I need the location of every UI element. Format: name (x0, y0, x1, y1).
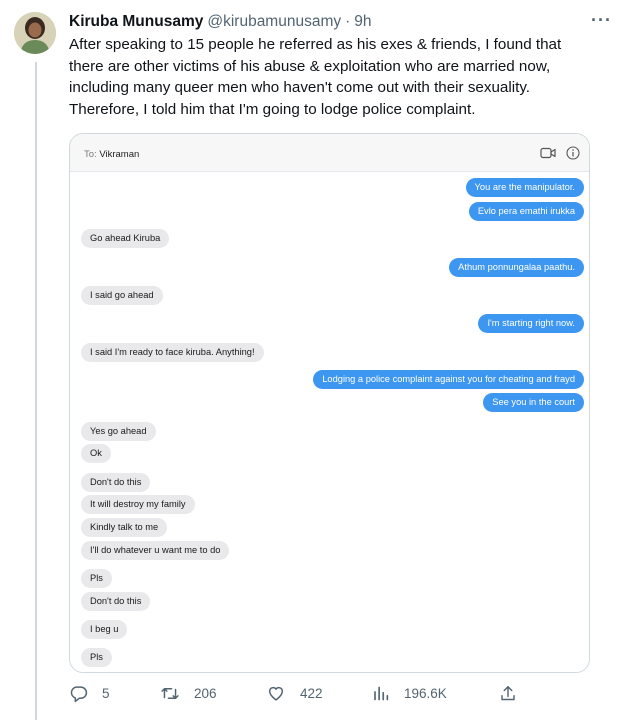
thread-line (35, 62, 37, 720)
sent-message: I'm starting right now. (478, 314, 584, 333)
contact-name: Vikraman (99, 149, 140, 160)
share-icon (501, 686, 515, 701)
author-handle[interactable]: @kirubamunusamy (207, 13, 341, 31)
info-icon (566, 146, 580, 163)
views-icon (374, 686, 389, 701)
tweet-time[interactable]: 9h (354, 13, 371, 31)
like-count: 422 (300, 686, 323, 701)
retweet-count: 206 (194, 686, 217, 701)
received-message: I said I'm ready to face kiruba. Anythin… (81, 343, 264, 362)
reply-icon (70, 686, 88, 703)
message-screenshot[interactable]: To: Vikraman You are the manipulator. Evl… (69, 133, 590, 673)
received-message: I'll do whatever u want me to do (81, 541, 230, 560)
received-message: Yes go ahead (81, 422, 156, 441)
separator: · (345, 13, 351, 30)
sent-message: See you in the court (483, 393, 584, 412)
like-button[interactable]: 422 (266, 684, 323, 703)
received-message: Ok (81, 444, 111, 463)
tweet-text: After speaking to 15 people he referred … (69, 36, 562, 118)
share-button[interactable] (499, 684, 531, 703)
conversation-header: To: Vikraman (70, 134, 589, 172)
received-message: Go ahead Kiruba (81, 229, 170, 248)
retweet-icon (161, 687, 179, 700)
author-name[interactable]: Kiruba Munusamy (69, 13, 203, 31)
avatar[interactable] (14, 12, 56, 54)
received-message: Don't do this (81, 473, 151, 492)
reply-count: 5 (102, 686, 110, 701)
video-camera-icon (540, 147, 556, 162)
to-label: To: (84, 149, 97, 160)
received-message: Don't do this (81, 592, 151, 611)
tweet-header: Kiruba Munusamy @kirubamunusamy · 9h ··· (69, 10, 612, 32)
sent-message: Athum ponnungalaa paathu. (449, 258, 584, 277)
received-message: Pls (81, 569, 112, 588)
views-button[interactable]: 196.6K (372, 684, 447, 703)
message-list: You are the manipulator. Evlo pera emathi… (70, 172, 589, 672)
received-message: It will destroy my family (81, 495, 195, 514)
more-options-icon[interactable]: ··· (591, 10, 612, 31)
heart-icon (268, 686, 284, 701)
received-message: Kindly talk to me (81, 518, 168, 537)
tweet-actions: 5 206 422 196.6K (69, 684, 609, 708)
view-count: 196.6K (404, 686, 447, 701)
sent-message: Lodging a police complaint against you f… (313, 370, 584, 389)
sent-message: You are the manipulator. (465, 178, 584, 197)
reply-button[interactable]: 5 (69, 684, 110, 703)
sent-message: Evlo pera emathi irukka (468, 202, 584, 221)
received-message: Pls (81, 648, 112, 667)
received-message: I beg u (81, 620, 128, 639)
received-message: I said go ahead (81, 286, 163, 305)
recipient-line: To: Vikraman (84, 149, 139, 160)
retweet-button[interactable]: 206 (160, 684, 217, 703)
